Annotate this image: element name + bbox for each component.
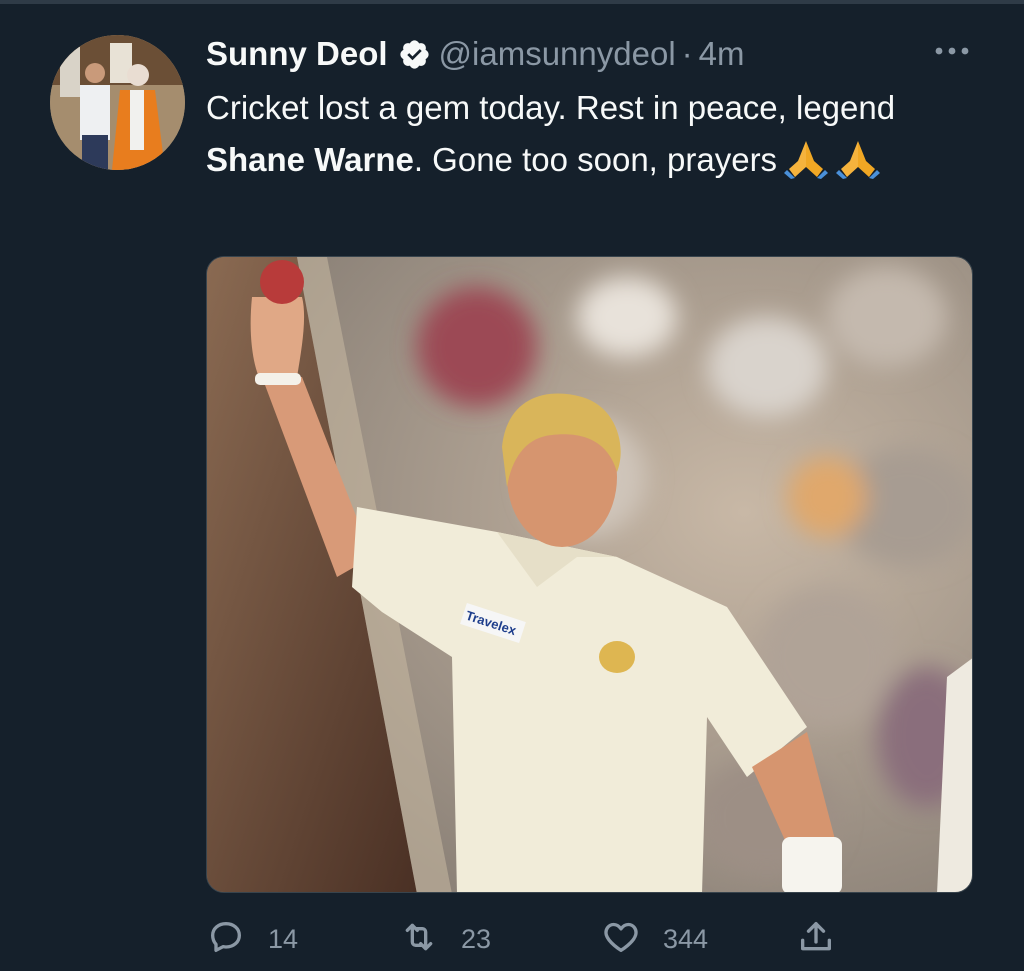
reply-icon [206,917,246,962]
tweet-photo[interactable]: Travelex [206,256,973,893]
separator-dot: · [681,35,693,72]
like-icon [601,917,641,962]
reply-button[interactable]: 14 [206,915,298,963]
tweet-header: Sunny Deol @iamsunnydeol · 4m [206,30,745,78]
tweet-text: Cricket lost a gem today. Rest in peace,… [206,82,966,186]
share-button[interactable] [796,915,836,963]
author-handle[interactable]: @iamsunnydeol [439,35,676,73]
tweet-action-bar: 14 23 344 [206,915,973,963]
retweet-icon [399,917,439,962]
tweet-text-part1: Cricket lost a gem today. Rest in peace,… [206,89,896,126]
like-button[interactable]: 344 [601,915,708,963]
tweet-text-part2: . Gone too soon, prayers [413,141,778,178]
more-options-icon[interactable] [930,36,974,66]
folded-hands-emoji-icon [835,139,881,179]
verified-badge-icon [398,38,431,71]
author-name[interactable]: Sunny Deol [206,35,388,73]
retweet-count: 23 [461,923,492,954]
author-avatar[interactable] [50,35,185,170]
top-divider [0,0,1024,4]
retweet-button[interactable]: 23 [399,915,491,963]
reply-count: 14 [268,923,299,954]
share-icon [796,917,836,962]
like-count: 344 [663,923,709,954]
tweet-timestamp[interactable]: 4m [699,35,745,73]
tweet-text-bold[interactable]: Shane Warne [206,141,414,178]
folded-hands-emoji-icon [783,139,829,179]
